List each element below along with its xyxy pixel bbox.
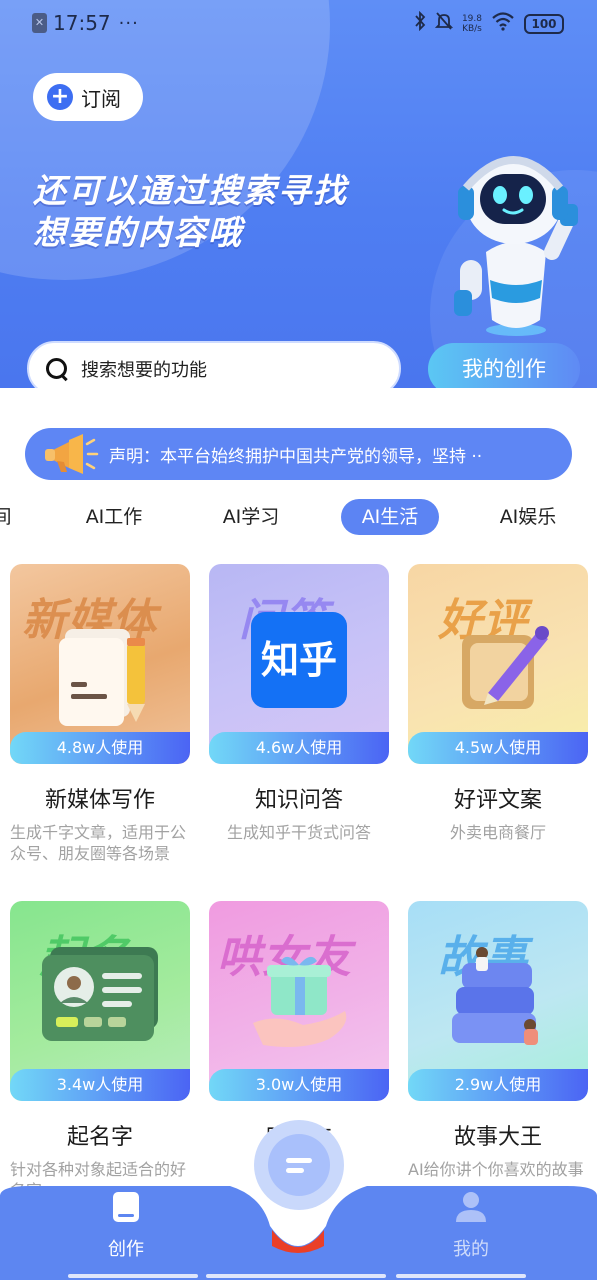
card-image: 好评 4.5w人使用: [408, 564, 588, 764]
nav-create[interactable]: 创作: [66, 1190, 186, 1261]
status-more-dots: ···: [118, 12, 139, 34]
card-title: 好评文案: [453, 788, 542, 813]
network-speed: 19.8 KB/s: [462, 14, 482, 34]
wifi-icon: [491, 11, 515, 37]
card-usage-badge: 3.4w人使用: [10, 1069, 190, 1101]
card-description: 外卖电商餐厅: [449, 823, 546, 842]
battery-icon: 100: [524, 14, 564, 34]
tab-ai-life[interactable]: AI生活: [341, 499, 439, 535]
notice-text: 声明：本平台始终拥护中国共产党的领导，坚持 ··: [109, 446, 483, 467]
feature-card-naming[interactable]: 起名 3.4w人使用 起名字 针对各种对象起适合的好名字: [10, 901, 190, 1201]
notice-banner[interactable]: 声明：本平台始终拥护中国共产党的领导，坚持 ··: [25, 428, 572, 480]
card-title: 知识问答: [254, 788, 343, 813]
tab-ai-study[interactable]: AI学习: [201, 499, 301, 535]
card-description: AI给你讲个你喜欢的故事: [408, 1160, 584, 1179]
plus-icon: +: [47, 84, 73, 110]
user-icon: [456, 1192, 486, 1222]
chat-bubble-icon: [268, 1134, 330, 1196]
hero-banner: ✕ 17:57 ··· 19.8 KB/s 100 + 订阅 还可以通过搜索寻找: [0, 0, 597, 388]
tab-partial[interactable]: 间: [0, 499, 12, 535]
category-tabs: 间 AI工作 AI学习 AI生活 AI娱乐: [0, 496, 597, 538]
card-image: 问答 知乎 4.6w人使用: [209, 564, 389, 764]
chat-fab-button[interactable]: [254, 1120, 344, 1210]
nav-mine[interactable]: 我的: [411, 1190, 531, 1261]
card-description: 生成千字文章，适用于公众号、朋友圈等各场景: [10, 823, 187, 863]
card-usage-badge: 4.8w人使用: [10, 732, 190, 764]
pen-paper-icon: [462, 626, 549, 709]
search-icon: [45, 357, 69, 381]
notification-icon: ✕: [32, 13, 47, 33]
card-description: 生成知乎干货式问答: [226, 823, 371, 842]
card-image: 新媒体 4.8w人使用: [10, 564, 190, 764]
feature-card-knowledge-qa[interactable]: 问答 知乎 4.6w人使用 知识问答 生成知乎干货式问答: [209, 564, 389, 843]
hero-title: 还可以通过搜索寻找 想要的内容哦: [33, 170, 413, 254]
document-pencil-icon: [59, 629, 145, 726]
mute-bell-icon: [434, 11, 454, 37]
card-usage-badge: 3.0w人使用: [209, 1069, 389, 1101]
my-creation-button[interactable]: 我的创作: [428, 343, 580, 388]
books-icon: [452, 947, 538, 1045]
gift-hand-icon: [253, 956, 347, 1047]
subscribe-button[interactable]: + 订阅: [33, 73, 143, 121]
network-speed-value: 19.8: [461, 14, 482, 24]
search-input[interactable]: 搜索想要的功能: [27, 341, 401, 388]
tab-ai-work[interactable]: AI工作: [64, 499, 164, 535]
id-card-icon: [42, 947, 158, 1041]
nav-create-label: 创作: [108, 1239, 144, 1260]
search-placeholder: 搜索想要的功能: [81, 359, 207, 381]
card-image: 哄女友 3.0w人使用: [209, 901, 389, 1101]
bluetooth-icon: [414, 10, 426, 37]
feature-card-new-media[interactable]: 新媒体 4.8w人使用 新媒体写作 生成千字文章，适用于公众号、朋友圈等各场景: [10, 564, 190, 864]
feature-card-review-copy[interactable]: 好评 4.5w人使用 好评文案 外卖电商餐厅: [408, 564, 588, 843]
hero-title-line: 想要的内容哦: [33, 213, 243, 252]
status-time: 17:57: [53, 11, 111, 35]
feature-card-story-king[interactable]: 故事 2.9w人使用 故事大王 AI给你讲个你喜欢的故事: [408, 901, 588, 1180]
book-icon: [113, 1192, 139, 1222]
status-bar: ✕ 17:57 ··· 19.8 KB/s 100: [0, 0, 597, 46]
card-usage-badge: 4.6w人使用: [209, 732, 389, 764]
card-usage-badge: 2.9w人使用: [408, 1069, 588, 1101]
card-title: 新媒体写作: [44, 788, 155, 813]
megaphone-icon: [45, 434, 99, 474]
tab-ai-entertainment[interactable]: AI娱乐: [478, 499, 578, 535]
nav-mine-label: 我的: [453, 1239, 489, 1260]
card-usage-badge: 4.5w人使用: [408, 732, 588, 764]
card-image: 起名 3.4w人使用: [10, 901, 190, 1101]
card-image: 故事 2.9w人使用: [408, 901, 588, 1101]
subscribe-label: 订阅: [81, 86, 121, 111]
card-title: 故事大王: [453, 1125, 542, 1150]
card-title: 起名字: [66, 1125, 133, 1150]
network-speed-unit: KB/s: [462, 24, 482, 34]
hero-title-line: 还可以通过搜索寻找: [33, 171, 348, 210]
zhihu-logo-icon: 知乎: [251, 612, 347, 708]
robot-mascot-icon: [454, 156, 578, 336]
